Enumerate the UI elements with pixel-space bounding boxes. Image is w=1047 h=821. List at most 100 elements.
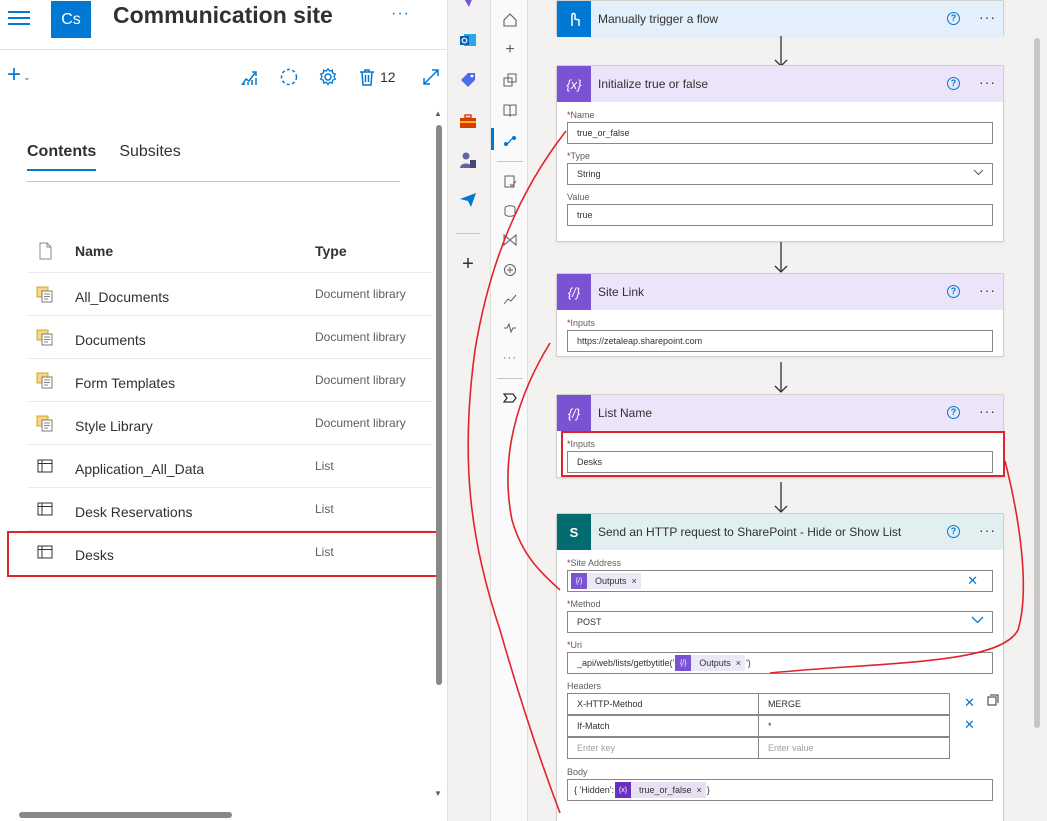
vertical-scrollbar[interactable]: ▲ ▼	[434, 109, 442, 798]
more-options-icon[interactable]: ···	[979, 282, 996, 298]
site-workflows-button[interactable]	[269, 64, 308, 90]
site-contents-list: Name Type All_Documents Document library…	[27, 230, 432, 574]
add-app-icon[interactable]: +	[458, 253, 478, 275]
site-link-inputs-field[interactable]: https://zetaleap.sharepoint.com	[567, 330, 993, 352]
loop-app-icon[interactable]	[458, 0, 478, 14]
outlook-icon[interactable]	[458, 30, 478, 50]
more-options-icon[interactable]: ···	[979, 9, 996, 25]
list-icon	[37, 502, 53, 516]
more-nav-icon[interactable]: ···	[500, 348, 520, 368]
initialize-card-header[interactable]: {x} Initialize true or false ? ···	[557, 66, 1003, 102]
more-options-icon[interactable]: ···	[979, 522, 996, 538]
tab-subsites[interactable]: Subsites	[119, 143, 180, 171]
clear-field-icon[interactable]: ✕	[967, 573, 978, 589]
my-flows-icon[interactable]	[500, 131, 520, 151]
remove-token-icon[interactable]: ×	[632, 576, 637, 586]
people-app-icon[interactable]	[458, 150, 478, 170]
trigger-card[interactable]: Manually trigger a flow ? ···	[556, 0, 1004, 37]
site-usage-button[interactable]	[230, 64, 269, 90]
list-item-name[interactable]: Desk Reservations	[75, 504, 193, 520]
site-address-field[interactable]: {/} Outputs × ✕	[567, 570, 993, 592]
site-settings-button[interactable]	[308, 64, 347, 90]
scrollbar-thumb[interactable]	[1034, 38, 1040, 728]
outputs-token[interactable]: {/} Outputs ×	[571, 573, 641, 589]
help-icon[interactable]: ?	[947, 285, 960, 298]
outputs-token[interactable]: {/} Outputs ×	[675, 655, 746, 671]
site-logo[interactable]: Cs	[51, 1, 91, 38]
solutions-icon[interactable]	[500, 201, 520, 221]
header-value-cell[interactable]: *	[758, 715, 950, 737]
learn-icon[interactable]	[500, 100, 520, 120]
help-icon[interactable]: ?	[947, 525, 960, 538]
list-item[interactable]: Desk Reservations List	[27, 488, 432, 531]
site-link-card[interactable]: {/} Site Link ? ··· *Inputs https://zeta…	[556, 273, 1004, 357]
connections-icon[interactable]	[500, 318, 520, 338]
header-key-cell[interactable]: X-HTTP-Method	[567, 693, 759, 715]
hamburger-menu-icon[interactable]	[8, 8, 30, 28]
help-icon[interactable]: ?	[947, 406, 960, 419]
tag-app-icon[interactable]	[458, 70, 478, 90]
list-item-name[interactable]: Documents	[75, 332, 146, 348]
horizontal-scrollbar[interactable]	[7, 810, 437, 818]
remove-token-icon[interactable]: ×	[736, 658, 741, 668]
tab-contents[interactable]: Contents	[27, 143, 97, 171]
list-item[interactable]: Style Library Document library	[27, 402, 432, 445]
body-field[interactable]: { 'Hidden': {x} true_or_false × }	[567, 779, 993, 801]
variable-name-field[interactable]: true_or_false	[567, 122, 993, 144]
variable-value-field[interactable]: true	[567, 204, 993, 226]
true-or-false-token[interactable]: {x} true_or_false ×	[614, 782, 706, 798]
switch-to-text-mode-icon[interactable]	[987, 693, 999, 711]
header-value-cell[interactable]: MERGE	[758, 693, 950, 715]
canvas-vertical-scrollbar[interactable]	[1034, 38, 1040, 808]
create-icon[interactable]: +	[500, 40, 520, 60]
delete-header-icon[interactable]: ✕	[964, 717, 975, 733]
list-name-card-header[interactable]: {/} List Name ? ···	[557, 395, 1003, 431]
more-options-icon[interactable]: ···	[979, 403, 996, 419]
help-icon[interactable]: ?	[947, 77, 960, 90]
initialize-variable-card[interactable]: {x} Initialize true or false ? ··· *Name…	[556, 65, 1004, 242]
expand-button[interactable]	[412, 64, 451, 90]
method-dropdown[interactable]: POST	[567, 611, 993, 633]
scroll-up-icon[interactable]: ▲	[434, 109, 442, 118]
list-item-name[interactable]: All_Documents	[75, 289, 169, 305]
header-key-cell[interactable]: If-Match	[567, 715, 759, 737]
variable-type-dropdown[interactable]: String	[567, 163, 993, 185]
process-mining-icon[interactable]	[500, 230, 520, 250]
send-icon[interactable]	[458, 190, 478, 210]
column-header-type[interactable]: Type	[315, 243, 347, 259]
ai-hub-icon[interactable]	[500, 260, 520, 280]
connector-arrow	[774, 242, 788, 273]
sharepoint-http-request-card[interactable]: S Send an HTTP request to SharePoint - H…	[556, 513, 1004, 821]
home-icon[interactable]	[500, 10, 520, 30]
list-item[interactable]: All_Documents Document library	[27, 273, 432, 316]
remove-token-icon[interactable]: ×	[697, 785, 702, 795]
power-automate-icon[interactable]	[500, 388, 520, 408]
site-title[interactable]: Communication site	[113, 2, 333, 29]
list-item-name[interactable]: Form Templates	[75, 375, 175, 391]
scrollbar-thumb[interactable]	[436, 125, 442, 685]
trigger-card-header[interactable]: Manually trigger a flow ? ···	[557, 1, 1003, 37]
site-link-card-header[interactable]: {/} Site Link ? ···	[557, 274, 1003, 310]
list-item[interactable]: Form Templates Document library	[27, 359, 432, 402]
templates-icon[interactable]	[500, 70, 520, 90]
toolbox-icon[interactable]	[458, 111, 478, 131]
list-item-name[interactable]: Style Library	[75, 418, 153, 434]
list-item[interactable]: Application_All_Data List	[27, 445, 432, 488]
scrollbar-thumb[interactable]	[19, 812, 232, 818]
approvals-icon[interactable]	[500, 171, 520, 191]
help-icon[interactable]: ?	[947, 12, 960, 25]
http-card-header[interactable]: S Send an HTTP request to SharePoint - H…	[557, 514, 1003, 550]
delete-header-icon[interactable]: ✕	[964, 695, 975, 711]
more-options-icon[interactable]: ···	[979, 74, 996, 90]
list-item[interactable]: Documents Document library	[27, 316, 432, 359]
scroll-down-icon[interactable]: ▼	[434, 789, 442, 798]
site-more-options-button[interactable]: ···	[391, 5, 410, 23]
nav-divider	[497, 378, 523, 379]
header-value-input[interactable]: Enter value	[758, 737, 950, 759]
uri-field[interactable]: _api/web/lists/getbytitle(' {/} Outputs × …	[567, 652, 993, 674]
list-item-name[interactable]: Application_All_Data	[75, 461, 204, 477]
new-button[interactable]: + ⌄	[7, 63, 31, 87]
column-header-name[interactable]: Name	[75, 243, 113, 259]
header-key-input[interactable]: Enter key	[567, 737, 759, 759]
monitor-icon[interactable]	[500, 289, 520, 309]
